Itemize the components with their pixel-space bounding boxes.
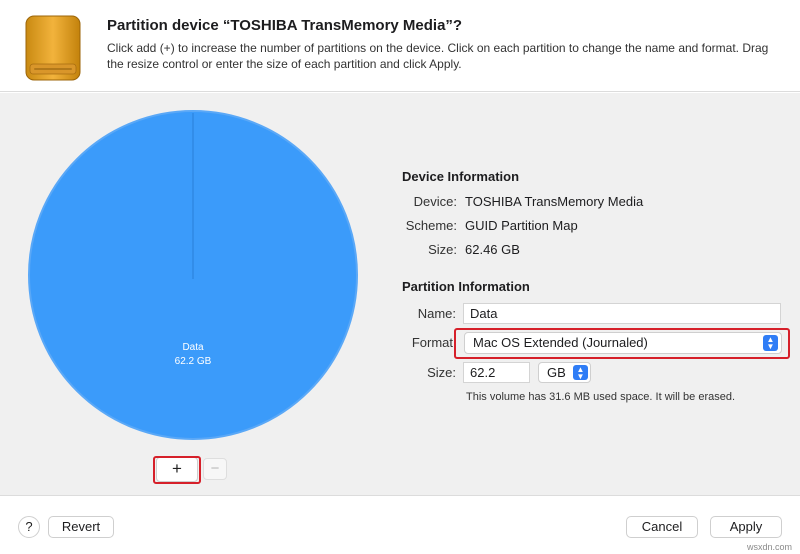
cancel-button[interactable]: Cancel [626, 516, 698, 538]
scheme-label: Scheme: [405, 218, 457, 233]
dialog-title: Partition device “TOSHIBA TransMemory Me… [107, 17, 463, 34]
updown-chevron-icon: ▲ ▼ [573, 365, 588, 381]
device-info-heading: Device Information [402, 169, 520, 184]
partition-pie-chart[interactable]: Data 62.2 GB [26, 108, 360, 442]
partition-name-input[interactable]: Data [463, 303, 781, 324]
revert-button[interactable]: Revert [48, 516, 114, 538]
help-button[interactable]: ? [18, 516, 40, 538]
device-value: TOSHIBA TransMemory Media [465, 194, 644, 209]
size-unit-select[interactable]: GB ▲ ▼ [538, 362, 591, 383]
pie-slice-size: 62.2 GB [174, 356, 212, 367]
erase-warning-note: This volume has 31.6 MB used space. It w… [466, 391, 736, 403]
device-label: Device: [413, 194, 457, 209]
watermark-text: wsxdn.com [746, 542, 792, 552]
dialog-footer: ? Revert Cancel Apply wsxdn.com [0, 495, 800, 554]
size-unit-value: GB [547, 365, 566, 380]
apply-button[interactable]: Apply [710, 516, 782, 538]
pie-svg[interactable] [26, 108, 360, 442]
dialog-description: Click add (+) to increase the number of … [107, 41, 769, 71]
highlight-add-button [153, 456, 201, 484]
partition-size-label: Size: [427, 365, 456, 380]
device-size-label: Size: [428, 242, 457, 257]
remove-partition-button[interactable]: − [203, 458, 227, 480]
device-size-value: 62.46 GB [465, 242, 520, 257]
name-label: Name: [417, 306, 456, 321]
format-label: Format [411, 335, 453, 350]
partition-info-heading: Partition Information [402, 279, 530, 294]
pie-slice-name: Data [182, 342, 204, 353]
highlight-format-select [454, 328, 790, 359]
external-drive-icon [25, 15, 81, 81]
dialog-header: Partition device “TOSHIBA TransMemory Me… [0, 0, 800, 92]
partition-size-input[interactable]: 62.2 [463, 362, 530, 383]
scheme-value: GUID Partition Map [465, 218, 578, 233]
